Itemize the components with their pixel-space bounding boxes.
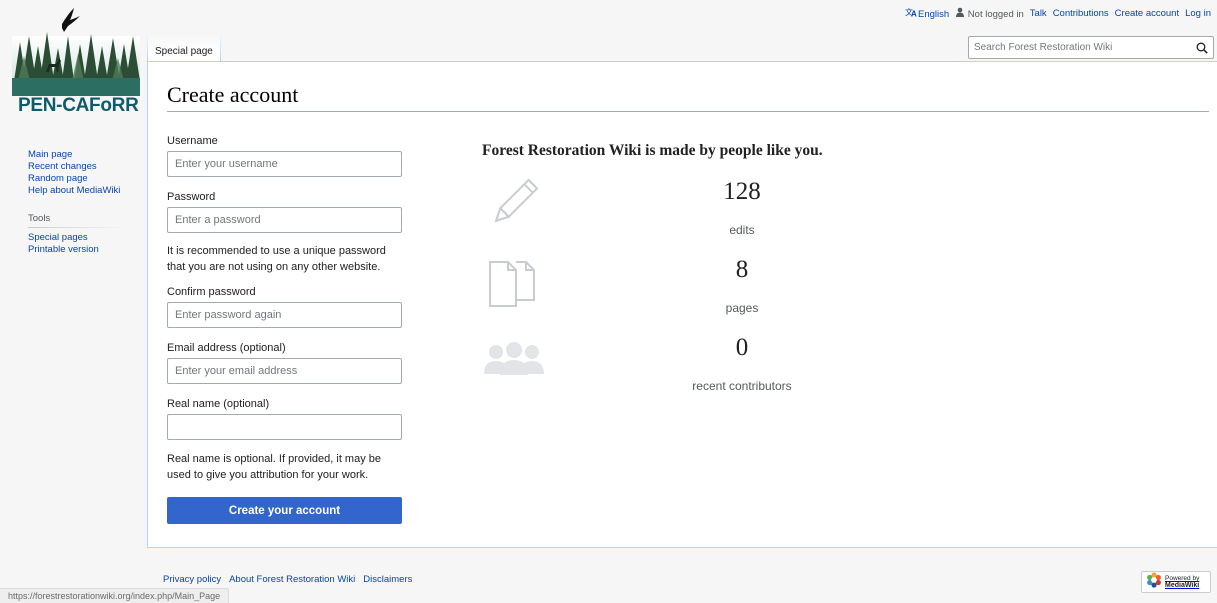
translate-icon: 文A <box>905 7 918 17</box>
powered-by-mediawiki-badge[interactable]: Powered by MediaWiki <box>1141 571 1211 593</box>
pages-icon <box>488 256 540 313</box>
powered-by-text: Powered by MediaWiki <box>1165 575 1199 589</box>
benefits-heading: Forest Restoration Wiki is made by peopl… <box>482 142 823 159</box>
pencil-icon <box>487 178 539 235</box>
powered-by-line1: Powered by <box>1165 575 1200 582</box>
confirm-password-field[interactable] <box>167 302 402 328</box>
svg-text:A: A <box>911 10 917 18</box>
sidebar-item-random-page[interactable]: Random page <box>28 173 128 185</box>
real-name-help: Real name is optional. If provided, it m… <box>167 453 382 481</box>
stat-pages: 8 pages <box>482 256 962 326</box>
logo-text: PEN-CAFoRR <box>18 95 139 116</box>
real-name-field[interactable] <box>167 414 402 440</box>
forest-logo-image <box>12 8 140 96</box>
navigation-portlet: Main page Recent changes Random page Hel… <box>28 149 128 197</box>
footer-links: Privacy policy About Forest Restoration … <box>163 574 412 585</box>
edits-count: 128 <box>723 178 761 205</box>
search-box <box>968 36 1214 59</box>
login-status: Not logged in <box>955 7 1024 20</box>
content-area: Create account Username Password It is r… <box>147 61 1217 548</box>
privacy-policy-link[interactable]: Privacy policy <box>163 574 221 585</box>
disclaimers-link[interactable]: Disclaimers <box>363 574 412 585</box>
sidebar-item-help[interactable]: Help about MediaWiki <box>28 185 128 197</box>
page: 文A English Not logged in Talk Contributi… <box>0 0 1217 603</box>
stat-edits: 128 edits <box>482 178 962 248</box>
benefits-panel: Forest Restoration Wiki is made by peopl… <box>482 142 982 393</box>
create-account-link[interactable]: Create account <box>1115 8 1179 19</box>
users-icon <box>484 342 544 387</box>
email-label: Email address (optional) <box>167 342 286 354</box>
password-field[interactable] <box>167 207 402 233</box>
password-label: Password <box>167 191 216 203</box>
contributors-label: recent contributors <box>692 379 792 393</box>
create-account-button[interactable]: Create your account <box>167 497 402 524</box>
page-title: Create account <box>167 82 1209 112</box>
about-link[interactable]: About Forest Restoration Wiki <box>229 574 355 585</box>
user-icon <box>955 7 965 17</box>
search-input[interactable] <box>969 42 1189 53</box>
log-in-link[interactable]: Log in <box>1185 8 1211 19</box>
username-field[interactable] <box>167 151 402 177</box>
pages-label: pages <box>725 301 759 315</box>
search-icon[interactable] <box>1195 41 1209 55</box>
language-label: English <box>917 9 950 20</box>
email-field[interactable] <box>167 358 402 384</box>
real-name-label: Real name (optional) <box>167 398 270 410</box>
tools-portlet: Special pages Printable version <box>28 232 128 256</box>
not-logged-in-label: Not logged in <box>967 9 1024 20</box>
tab-special-page[interactable]: Special page <box>147 33 221 61</box>
language-selector[interactable]: 文A English <box>905 7 949 20</box>
sidebar-item-special-pages[interactable]: Special pages <box>28 232 128 244</box>
tools-heading: Tools <box>28 213 128 228</box>
sidebar-item-printable-version[interactable]: Printable version <box>28 244 128 256</box>
sidebar-item-main-page[interactable]: Main page <box>28 149 128 161</box>
username-label: Username <box>167 135 218 147</box>
contributions-link[interactable]: Contributions <box>1053 8 1109 19</box>
edits-label: edits <box>729 223 755 237</box>
contributors-count: 0 <box>735 334 749 361</box>
confirm-password-label: Confirm password <box>167 286 256 298</box>
create-account-form: Username Password It is recommended to u… <box>167 135 402 524</box>
sidebar-item-recent-changes[interactable]: Recent changes <box>28 161 128 173</box>
stat-contributors: 0 recent contributors <box>482 334 962 404</box>
mediawiki-flower-icon <box>1146 571 1162 593</box>
personal-tools: 文A English Not logged in Talk Contributi… <box>905 7 1211 20</box>
status-bar-url: https://forestrestorationwiki.org/index.… <box>0 588 230 603</box>
talk-link[interactable]: Talk <box>1030 8 1047 19</box>
sidebar: Main page Recent changes Random page Hel… <box>28 149 128 256</box>
pages-count: 8 <box>735 256 749 283</box>
password-help: It is recommended to use a unique passwo… <box>167 245 386 273</box>
powered-by-line2: MediaWiki <box>1165 582 1200 589</box>
